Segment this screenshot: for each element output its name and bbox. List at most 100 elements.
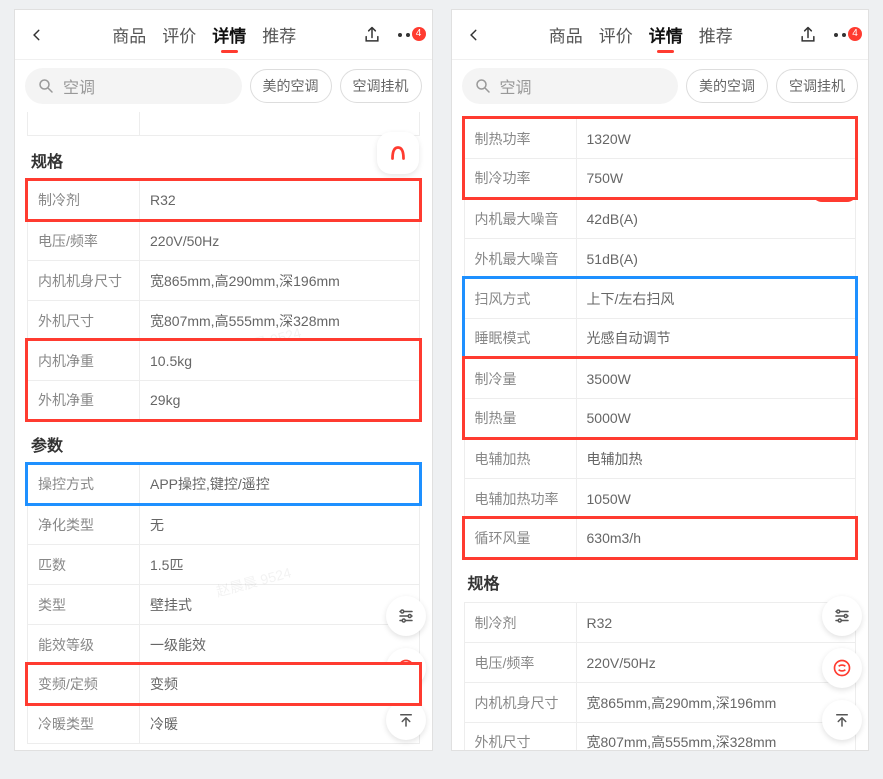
row-value: 光感自动调节 (577, 319, 856, 357)
row-label: 外机尺寸 (465, 723, 577, 750)
table-row: 类型壁挂式 (27, 584, 420, 624)
row-value: 42dB(A) (577, 199, 856, 238)
table-row: 外机尺寸宽807mm,高555mm,深328mm (27, 300, 420, 340)
row-value: 无 (140, 505, 419, 544)
search-icon (37, 77, 55, 95)
table-row: 电辅加热电辅加热 (464, 438, 857, 478)
tab-product[interactable]: 商品 (112, 22, 146, 47)
row-value: 1050W (577, 479, 856, 518)
tab-detail[interactable]: 详情 (212, 22, 246, 47)
search-placeholder: 空调 (63, 74, 95, 98)
search-input[interactable]: 空调 (462, 68, 679, 104)
highlight-control: 操控方式APP操控,键控/遥控 (27, 464, 420, 504)
row-value: 变频 (140, 665, 419, 703)
tab-detail[interactable]: 详情 (649, 22, 683, 47)
row-label: 电辅加热 (465, 439, 577, 478)
phone-left: 商品 评价 详情 推荐 4 空调 美的空调 空调挂机 直播中 (15, 10, 432, 750)
row-value: 一级能效 (140, 625, 419, 664)
tab-recommend[interactable]: 推荐 (262, 22, 296, 47)
table-row: 外机尺寸宽807mm,高555mm,深328mm (464, 722, 857, 750)
share-button[interactable] (360, 25, 384, 45)
search-row: 空调 美的空调 空调挂机 (15, 60, 432, 112)
filter-button[interactable] (386, 596, 426, 636)
row-value: 220V/50Hz (577, 643, 856, 682)
back-button[interactable] (25, 23, 49, 47)
highlight-capacity: 制冷量3500W 制热量5000W (464, 358, 857, 438)
row-label: 变频/定频 (28, 665, 140, 703)
row-label: 匹数 (28, 545, 140, 584)
row-value: 冷暖 (140, 705, 419, 743)
row-value: 3500W (577, 359, 856, 398)
highlight-airflow: 循环风量630m3/h (464, 518, 857, 558)
share-icon (798, 25, 818, 45)
row-label: 类型 (28, 585, 140, 624)
row-label: 净化类型 (28, 505, 140, 544)
nav-tabs: 商品 评价 详情 推荐 (496, 22, 787, 47)
table-row: 净化类型无 (27, 504, 420, 544)
table-row: 内机机身尺寸宽865mm,高290mm,深196mm (464, 682, 857, 722)
highlight-inverter: 变频/定频变频 (27, 664, 420, 704)
row-label: 睡眠模式 (465, 319, 577, 357)
row-value: 电辅加热 (577, 439, 856, 478)
row-value: 750W (577, 159, 856, 197)
chip-brand[interactable]: 美的空调 (250, 69, 332, 103)
row-label: 冷暖类型 (28, 705, 140, 743)
tab-recommend[interactable]: 推荐 (699, 22, 733, 47)
table-row: 电压/频率220V/50Hz (27, 220, 420, 260)
float-actions (822, 596, 862, 740)
share-button[interactable] (796, 25, 820, 45)
arrow-top-icon (397, 711, 415, 729)
row-label: 制热功率 (465, 119, 577, 158)
more-button[interactable]: 4 (394, 31, 422, 39)
row-value: 宽807mm,高555mm,深328mm (577, 723, 856, 750)
row-value: 上下/左右扫风 (577, 279, 856, 318)
tab-review[interactable]: 评价 (599, 22, 633, 47)
row-label: 内机净重 (28, 341, 140, 380)
row-label: 电压/频率 (28, 221, 140, 260)
row-label: 制冷量 (465, 359, 577, 398)
tab-product[interactable]: 商品 (549, 22, 583, 47)
chevron-left-icon (467, 28, 481, 42)
row-value: APP操控,键控/遥控 (140, 465, 419, 503)
table-row: 能效等级一级能效 (27, 624, 420, 664)
row-label: 制冷功率 (465, 159, 577, 197)
row-value: 5000W (577, 399, 856, 437)
chip-type[interactable]: 空调挂机 (776, 69, 858, 103)
table-row: 电压/频率220V/50Hz (464, 642, 857, 682)
highlight-swing-sleep: 扫风方式上下/左右扫风 睡眠模式光感自动调节 (464, 278, 857, 358)
chip-type[interactable]: 空调挂机 (340, 69, 422, 103)
row-value: 宽865mm,高290mm,深196mm (577, 683, 856, 722)
row-value: 宽807mm,高555mm,深328mm (140, 301, 419, 340)
back-button[interactable] (462, 23, 486, 47)
highlight-power: 制热功率1320W 制冷功率750W (464, 118, 857, 198)
table-row: 内机最大噪音42dB(A) (464, 198, 857, 238)
top-nav: 商品 评价 详情 推荐 4 (452, 10, 869, 60)
row-label: 外机净重 (28, 381, 140, 419)
search-icon (474, 77, 492, 95)
row-value: R32 (577, 603, 856, 642)
coupon-icon (832, 658, 852, 678)
row-label: 扫风方式 (465, 279, 577, 318)
search-input[interactable]: 空调 (25, 68, 242, 104)
row-label: 循环风量 (465, 519, 577, 557)
more-button[interactable]: 4 (830, 31, 858, 39)
row-value: 宽865mm,高290mm,深196mm (140, 261, 419, 300)
chip-brand[interactable]: 美的空调 (686, 69, 768, 103)
spec-content: 直播中 制热功率1320W 制冷功率750W 内机最大噪音42dB(A) 外机最… (452, 112, 869, 750)
tab-review[interactable]: 评价 (162, 22, 196, 47)
table-row: 制冷剂R32 (464, 602, 857, 642)
row-label: 内机机身尺寸 (28, 261, 140, 300)
nav-tabs: 商品 评价 详情 推荐 (59, 22, 350, 47)
section-spec-title: 规格 (464, 558, 857, 602)
row-label: 内机机身尺寸 (465, 683, 577, 722)
row-label: 制热量 (465, 399, 577, 437)
notification-badge: 4 (412, 27, 426, 41)
filter-button[interactable] (822, 596, 862, 636)
row-value: 1320W (577, 119, 856, 158)
scroll-top-button[interactable] (386, 700, 426, 740)
row-value: 1.5匹 (140, 545, 419, 584)
scroll-top-button[interactable] (822, 700, 862, 740)
top-nav: 商品 评价 详情 推荐 4 (15, 10, 432, 60)
row-value: 220V/50Hz (140, 221, 419, 260)
coupon-button[interactable] (822, 648, 862, 688)
